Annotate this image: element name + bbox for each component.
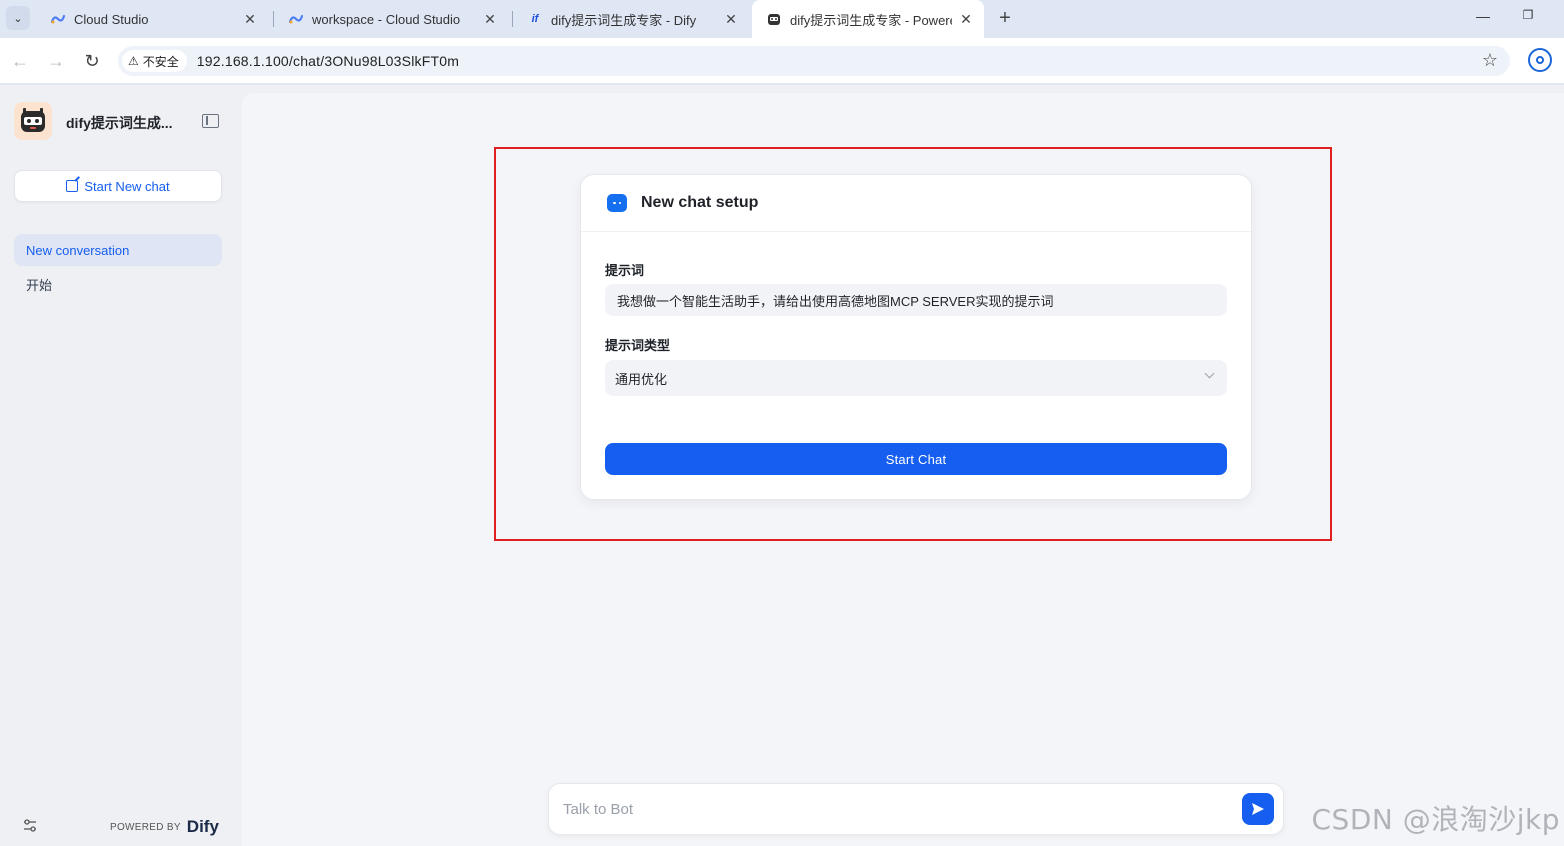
- card-title: New chat setup: [641, 194, 759, 211]
- main-area: New chat setup 提示词 我想做一个智能生活助手，请给出使用高德地图…: [242, 93, 1564, 846]
- conversation-item-new[interactable]: New conversation: [14, 234, 222, 266]
- card-header: New chat setup: [581, 175, 1251, 232]
- tab-title: dify提示词生成专家 - Powered: [790, 12, 952, 28]
- browser-tab-strip: ⌄ Cloud Studio ✕ workspace - Cloud Studi…: [0, 0, 1564, 38]
- address-bar[interactable]: ⚠ 不安全 192.168.1.100/chat/3ONu98L03SlkFT0…: [118, 46, 1510, 76]
- bookmark-star-icon[interactable]: ☆: [1482, 50, 1498, 71]
- powered-by-label: POWERED BY: [110, 821, 181, 833]
- prompt-type-select[interactable]: 通用优化: [605, 360, 1227, 396]
- edit-icon: [66, 180, 79, 192]
- tab-title: workspace - Cloud Studio: [312, 11, 461, 27]
- url-text[interactable]: 192.168.1.100/chat/3ONu98L03SlkFT0m: [197, 53, 459, 69]
- warning-triangle-icon: ⚠: [128, 54, 139, 68]
- prompt-input-value: 我想做一个智能生活助手，请给出使用高德地图MCP SERVER实现的提示词: [617, 293, 1054, 309]
- conversation-label: New conversation: [26, 242, 130, 258]
- start-new-chat-button[interactable]: Start New chat: [14, 170, 222, 202]
- close-tab-icon[interactable]: ✕: [482, 11, 498, 28]
- robot-icon: [766, 11, 782, 27]
- new-tab-button[interactable]: +: [994, 7, 1016, 29]
- cloud-studio-icon: [288, 11, 304, 27]
- prompt-type-value: 通用优化: [615, 371, 668, 387]
- start-chat-button[interactable]: Start Chat: [605, 443, 1227, 475]
- chat-bubble-icon: [607, 194, 627, 212]
- close-tab-icon[interactable]: ✕: [958, 11, 974, 28]
- new-chat-setup-card: New chat setup 提示词 我想做一个智能生活助手，请给出使用高德地图…: [580, 174, 1252, 500]
- collapse-sidebar-icon[interactable]: [202, 114, 219, 128]
- back-arrow-icon[interactable]: ←: [8, 49, 32, 73]
- settings-sliders-icon[interactable]: [22, 818, 38, 834]
- minimize-window-icon[interactable]: —: [1473, 8, 1493, 24]
- cloud-studio-icon: [50, 11, 66, 27]
- reload-icon[interactable]: ↻: [80, 49, 104, 73]
- app-name: dify提示词生成...: [66, 115, 173, 131]
- tab-title: dify提示词生成专家 - Dify: [551, 12, 697, 28]
- forward-arrow-icon[interactable]: →: [44, 49, 68, 73]
- security-label: 不安全: [142, 54, 179, 69]
- powered-by-dify[interactable]: POWERED BY Dify: [110, 817, 219, 837]
- security-chip[interactable]: ⚠ 不安全: [122, 50, 187, 72]
- tab-workspace[interactable]: workspace - Cloud Studio ✕: [274, 0, 508, 38]
- tab-title: Cloud Studio: [74, 11, 149, 27]
- profile-avatar-icon[interactable]: [1528, 48, 1552, 72]
- tab-cloud-studio[interactable]: Cloud Studio ✕: [36, 0, 268, 38]
- dify-logo: Dify: [186, 817, 219, 836]
- close-tab-icon[interactable]: ✕: [723, 11, 739, 28]
- dify-icon: if: [531, 13, 539, 25]
- tab-search-button[interactable]: ⌄: [6, 6, 30, 30]
- app-robot-avatar-icon: [14, 102, 52, 140]
- chevron-down-icon: [1204, 368, 1215, 379]
- close-tab-icon[interactable]: ✕: [242, 11, 258, 28]
- prompt-label: 提示词: [605, 263, 645, 278]
- send-button[interactable]: [1242, 793, 1274, 825]
- send-arrow-icon: [1252, 803, 1264, 815]
- tab-active-chat[interactable]: dify提示词生成专家 - Powered ✕: [752, 0, 984, 38]
- prompt-type-label: 提示词类型: [605, 338, 671, 353]
- conversation-item-start[interactable]: 开始: [14, 268, 222, 300]
- chat-input-box[interactable]: Talk to Bot: [548, 783, 1284, 835]
- chat-input-placeholder: Talk to Bot: [563, 801, 634, 818]
- browser-toolbar: ← → ↻ ⚠ 不安全 192.168.1.100/chat/3ONu98L03…: [0, 38, 1564, 84]
- start-new-chat-label: Start New chat: [84, 178, 170, 194]
- webapp-page: dify提示词生成... Start New chat New conversa…: [0, 85, 1564, 846]
- sidebar: dify提示词生成... Start New chat New conversa…: [0, 85, 242, 846]
- restore-window-icon[interactable]: ❐: [1518, 8, 1538, 22]
- prompt-input[interactable]: 我想做一个智能生活助手，请给出使用高德地图MCP SERVER实现的提示词: [605, 284, 1227, 316]
- csdn-watermark: CSDN @浪淘沙jkp: [1311, 803, 1560, 836]
- conversation-label: 开始: [26, 277, 53, 293]
- tab-dify[interactable]: if dify提示词生成专家 - Dify ✕: [513, 0, 749, 38]
